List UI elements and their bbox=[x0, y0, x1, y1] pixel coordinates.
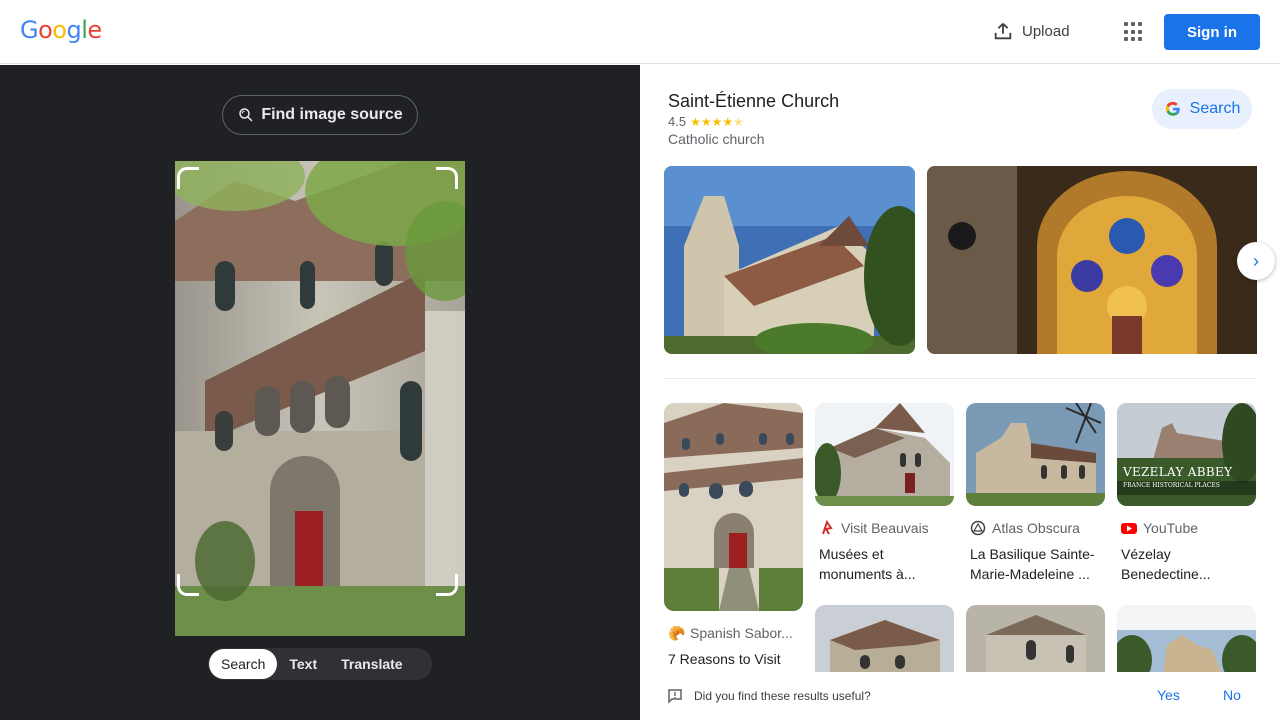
result-title[interactable]: Musées et monuments à... bbox=[815, 544, 954, 584]
logo-letter: o bbox=[52, 16, 67, 44]
logo-letter: g bbox=[66, 16, 82, 44]
result-source-name: Atlas Obscura bbox=[992, 520, 1080, 536]
tab-text[interactable]: Text bbox=[277, 649, 329, 679]
rating-value: 4.5 bbox=[668, 114, 687, 129]
thumbnail-subtext: FRANCE HISTORICAL PLACES bbox=[1123, 482, 1220, 489]
logo-letter: e bbox=[87, 16, 102, 44]
knowledge-panel-image-astronomical-clock[interactable] bbox=[927, 166, 1257, 354]
visual-match-card[interactable]: Visit Beauvais Musées et monuments à... bbox=[815, 403, 954, 584]
result-source[interactable]: 🥐 Spanish Sabor... bbox=[664, 625, 803, 641]
upload-button[interactable]: Upload bbox=[992, 20, 1070, 42]
crop-handle-bottom-left[interactable] bbox=[177, 574, 199, 596]
visit-beauvais-logo-icon bbox=[819, 520, 835, 536]
youtube-logo-icon bbox=[1121, 520, 1137, 536]
feedback-question: Did you find these results useful? bbox=[694, 689, 871, 703]
feedback-no-button[interactable]: No bbox=[1223, 687, 1241, 703]
croissant-icon: 🥐 bbox=[668, 625, 686, 641]
church-photo-illustration bbox=[175, 161, 465, 636]
google-search-label: Search bbox=[1189, 100, 1241, 117]
result-thumbnail[interactable] bbox=[664, 403, 803, 611]
visual-match-card[interactable]: VEZELAY ABBEY FRANCE HISTORICAL PLACES Y… bbox=[1117, 403, 1256, 584]
result-source[interactable]: YouTube bbox=[1117, 520, 1256, 536]
chevron-right-icon: › bbox=[1253, 250, 1259, 271]
result-thumbnail[interactable] bbox=[815, 403, 954, 506]
knowledge-panel-category: Catholic church bbox=[668, 131, 765, 147]
result-source-name: Spanish Sabor... bbox=[690, 625, 793, 641]
result-source[interactable]: Atlas Obscura bbox=[966, 520, 1105, 536]
query-image[interactable] bbox=[175, 161, 465, 636]
find-image-source-button[interactable]: Find image source bbox=[222, 95, 418, 135]
result-source-name: Visit Beauvais bbox=[841, 520, 929, 536]
logo-letter: o bbox=[38, 16, 53, 44]
sign-in-button[interactable]: Sign in bbox=[1164, 14, 1260, 50]
find-image-source-label: Find image source bbox=[261, 106, 403, 123]
atlas-obscura-logo-icon bbox=[970, 520, 986, 536]
feedback-bar: Did you find these results useful? Yes N… bbox=[640, 672, 1280, 720]
thumbnail-text: VEZELAY ABBEY bbox=[1123, 465, 1233, 479]
feedback-icon bbox=[668, 689, 682, 704]
logo-letter: G bbox=[20, 16, 39, 44]
rating: 4.5 ★★★★★ bbox=[668, 114, 744, 129]
tab-search[interactable]: Search bbox=[209, 649, 278, 679]
result-thumbnail[interactable]: VEZELAY ABBEY FRANCE HISTORICAL PLACES bbox=[1117, 403, 1256, 506]
visual-match-card[interactable]: Atlas Obscura La Basilique Sainte-Marie-… bbox=[966, 403, 1105, 584]
apps-grid-icon[interactable] bbox=[1120, 20, 1144, 44]
crop-handle-bottom-right[interactable] bbox=[436, 574, 458, 596]
knowledge-panel-image-exterior[interactable] bbox=[664, 166, 915, 354]
star-rating-icon: ★★★★★ bbox=[690, 114, 744, 129]
result-title[interactable]: La Basilique Sainte-Marie-Madeleine ... bbox=[966, 544, 1105, 584]
lens-image-panel: Find image source Search Text Translate bbox=[0, 65, 640, 720]
tab-translate[interactable]: Translate bbox=[329, 649, 414, 679]
lens-search-icon bbox=[239, 108, 253, 122]
result-title[interactable]: 7 Reasons to Visit bbox=[664, 649, 803, 669]
result-source-name: YouTube bbox=[1143, 520, 1199, 536]
top-bar: Google Upload Sign in bbox=[0, 0, 1280, 64]
result-source[interactable]: Visit Beauvais bbox=[815, 520, 954, 536]
visual-match-card[interactable]: 🥐 Spanish Sabor... 7 Reasons to Visit bbox=[664, 403, 803, 669]
google-g-icon bbox=[1165, 101, 1180, 116]
crop-handle-top-right[interactable] bbox=[436, 167, 458, 189]
results-panel: Saint-Étienne Church 4.5 ★★★★★ Catholic … bbox=[640, 65, 1280, 720]
lens-mode-tabs: Search Text Translate bbox=[208, 648, 432, 680]
knowledge-panel-title[interactable]: Saint-Étienne Church bbox=[668, 91, 839, 112]
google-search-button[interactable]: Search bbox=[1152, 89, 1252, 129]
crop-handle-top-left[interactable] bbox=[177, 167, 199, 189]
upload-label: Upload bbox=[1022, 22, 1070, 40]
result-thumbnail[interactable] bbox=[966, 403, 1105, 506]
next-images-button[interactable]: › bbox=[1237, 242, 1275, 280]
upload-icon bbox=[994, 23, 1012, 40]
result-title[interactable]: Vézelay Benedectine... bbox=[1117, 544, 1256, 584]
feedback-yes-button[interactable]: Yes bbox=[1157, 687, 1180, 703]
google-logo[interactable]: Google bbox=[20, 16, 102, 44]
divider bbox=[664, 378, 1256, 379]
